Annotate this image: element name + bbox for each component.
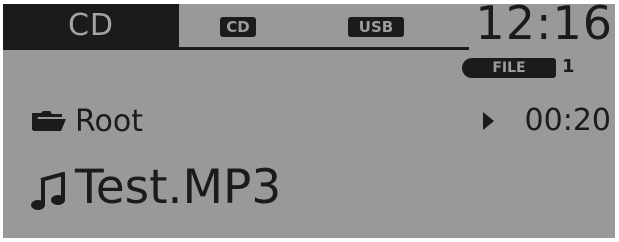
lcd-screen: CD CD USB 12:16 FILE 1 Root 00:20 Test.M… (3, 4, 615, 238)
elapsed-time: 00:20 (524, 103, 611, 138)
folder-icon (32, 111, 66, 131)
clock: 12:16 (475, 4, 613, 50)
status-bar: CD CD USB 12:16 (3, 4, 615, 50)
music-note-icon (31, 172, 65, 210)
mode-indicator: CD (3, 4, 179, 50)
file-number: 1 (562, 56, 575, 77)
folder-name: Root (75, 104, 143, 139)
cd-source-badge: CD (220, 17, 256, 37)
track-name: Test.MP3 (75, 160, 282, 215)
file-badge: FILE (462, 58, 556, 78)
radio-display-frame: CD CD USB 12:16 FILE 1 Root 00:20 Test.M… (0, 0, 619, 242)
status-bar-underline (179, 47, 469, 50)
usb-source-badge: USB (348, 17, 404, 37)
